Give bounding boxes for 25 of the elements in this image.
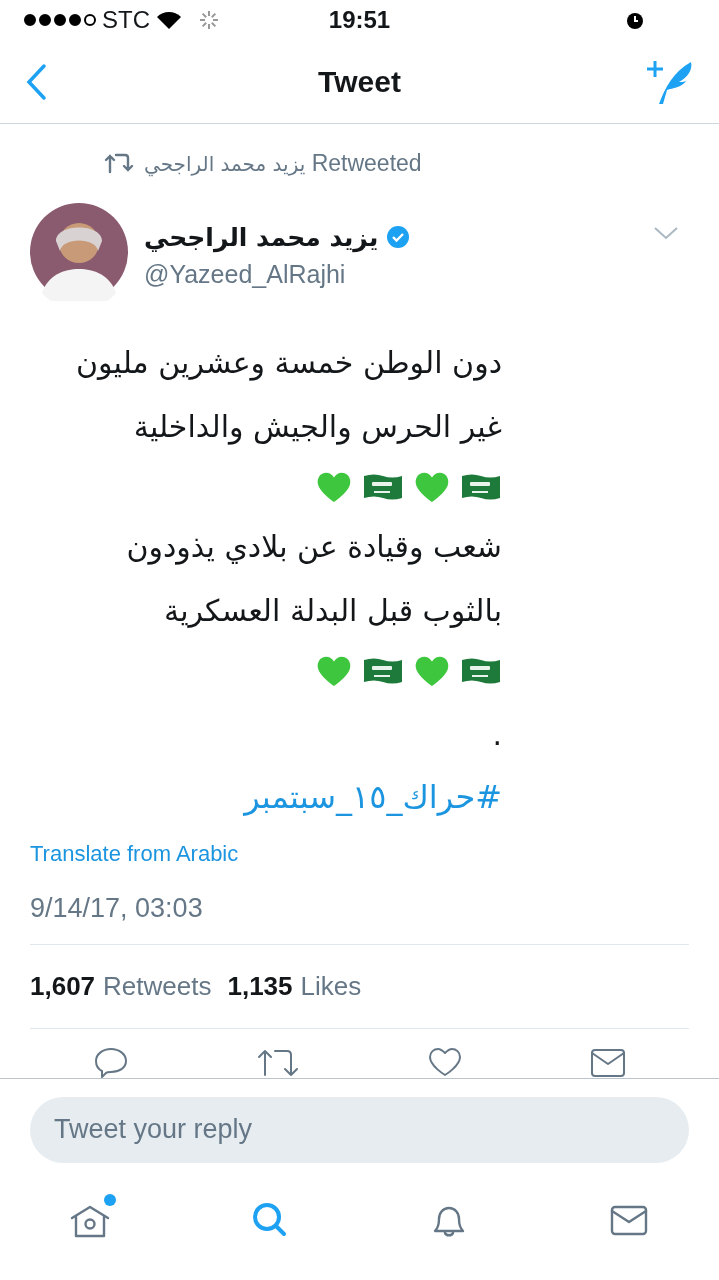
tweet-timestamp: 9/14/17, 03:03	[30, 891, 204, 925]
tweet-text-line: دون الوطن خمسة وعشرين مليون	[75, 343, 502, 383]
tweet-text-line: غير الحرس والجيش والداخلية	[132, 407, 502, 447]
retweet-icon	[104, 152, 134, 175]
page-title: Tweet	[318, 64, 401, 100]
clock-time: 19:51	[328, 5, 391, 35]
reply-field[interactable]: Tweet your reply	[30, 1096, 689, 1163]
back-icon[interactable]	[24, 62, 48, 101]
stat-label[interactable]: Retweets	[103, 967, 212, 1006]
tweet-text-line: .	[491, 715, 502, 754]
stat-count[interactable]: 1,135	[227, 967, 293, 1006]
translate-link[interactable]: Translate from Arabic	[30, 836, 689, 870]
stat-count[interactable]: 1,607	[30, 967, 96, 1006]
stat-label[interactable]: Likes	[300, 967, 362, 1006]
author-name[interactable]: يزيد محمد الراجحي	[144, 218, 379, 256]
wifi-icon	[156, 10, 182, 30]
alarm-icon	[625, 10, 645, 30]
tweet-text-line: شعب وقيادة عن بلادي يذودون	[125, 527, 502, 567]
avatar[interactable]	[30, 202, 128, 301]
tweet-text-line: بالثوب قبل البدلة العسكرية	[163, 591, 502, 630]
signal-icon	[24, 14, 96, 26]
loading-spinner-icon	[198, 9, 220, 31]
hashtag-link[interactable]: #حراك_١٥_سبتمبر	[30, 766, 502, 827]
author-handle[interactable]: @Yazeed_AlRajhi	[144, 256, 411, 294]
carrier-name: STC	[102, 5, 150, 35]
